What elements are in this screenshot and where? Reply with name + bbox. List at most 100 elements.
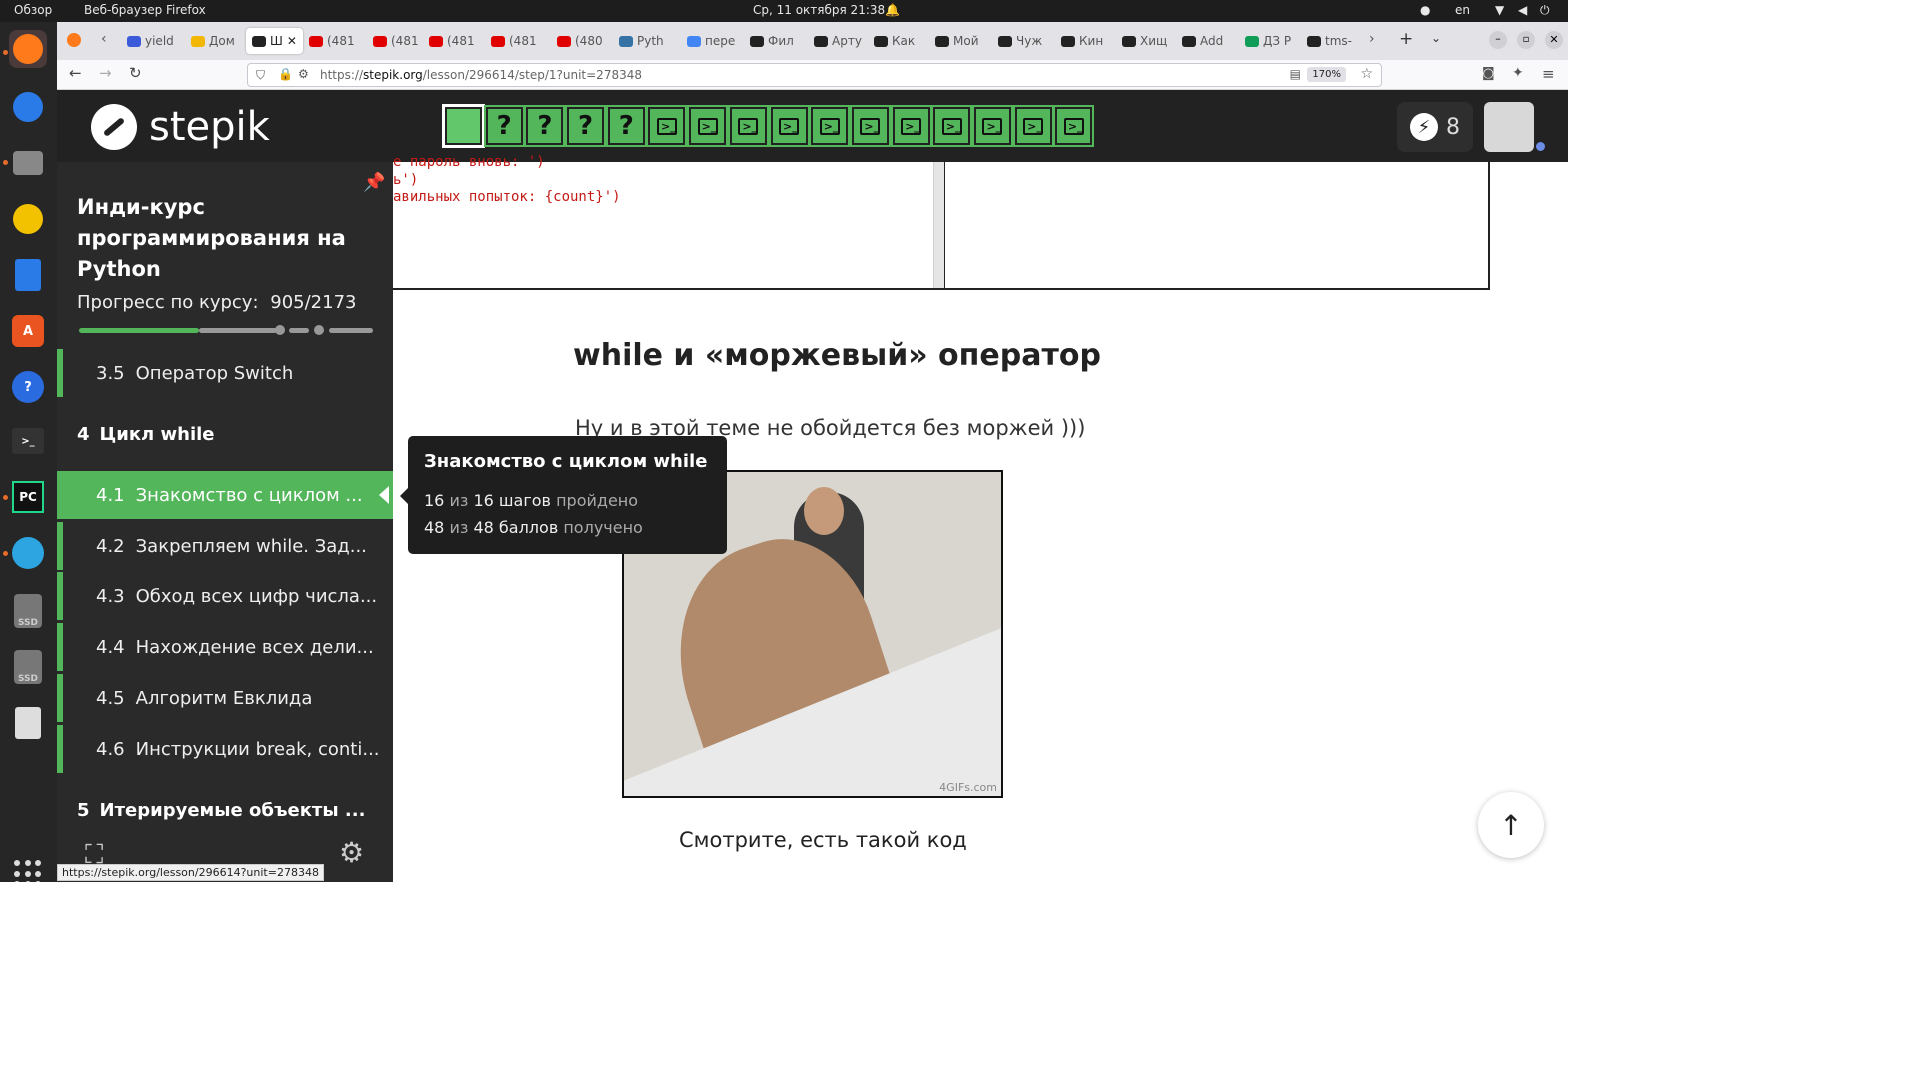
step-code[interactable]: >_ xyxy=(727,105,769,147)
extensions-icon[interactable]: ✦ xyxy=(1512,65,1524,81)
wifi-icon[interactable]: ▼ xyxy=(1495,3,1504,17)
avatar[interactable] xyxy=(1484,102,1534,152)
writer-icon[interactable] xyxy=(9,256,47,294)
step-quiz[interactable]: ? xyxy=(483,105,525,147)
thunderbird-icon[interactable] xyxy=(9,88,47,126)
tab[interactable]: пере xyxy=(687,28,735,54)
pocket-icon[interactable]: ◙ xyxy=(1482,66,1495,81)
energy-counter[interactable]: ⚡ 8 xyxy=(1397,102,1473,152)
sidebar-lesson[interactable]: 4.3 Обход всех цифр числа... xyxy=(57,572,393,620)
sidebar-lesson[interactable]: 4.4 Нахождение всех дели... xyxy=(57,623,393,671)
pycharm-icon[interactable]: PC xyxy=(9,478,47,516)
tab[interactable]: Как xyxy=(874,28,915,54)
step-code[interactable]: >_ xyxy=(768,105,810,147)
tab[interactable]: tms- xyxy=(1307,28,1352,54)
files-icon[interactable] xyxy=(9,144,47,182)
permissions-icon[interactable]: ⚙ xyxy=(298,67,309,81)
maximize-icon[interactable]: ▫ xyxy=(1517,31,1535,49)
tab[interactable]: Мой xyxy=(935,28,979,54)
forward-icon[interactable]: → xyxy=(99,64,112,82)
step-quiz[interactable]: ? xyxy=(565,105,607,147)
language-indicator[interactable]: en xyxy=(1455,3,1470,17)
clock[interactable]: Ср, 11 октября 21:38 xyxy=(753,3,885,17)
sidebar-section[interactable]: 4 Цикл while xyxy=(57,410,393,458)
tab[interactable]: Чуж xyxy=(998,28,1042,54)
new-tab-icon[interactable]: + xyxy=(1399,29,1413,49)
close-window-icon[interactable]: ✕ xyxy=(1545,31,1563,49)
step-code[interactable]: >_ xyxy=(646,105,688,147)
gear-icon[interactable]: ⚙ xyxy=(339,836,364,869)
tab[interactable]: (481 xyxy=(309,28,355,54)
sidebar-lesson[interactable]: 4.2 Закрепляем while. Зад... xyxy=(57,522,393,570)
tab-scroll-right-icon[interactable]: › xyxy=(1369,31,1375,47)
shield-icon[interactable]: ⛉ xyxy=(256,68,265,83)
tab[interactable]: (481 xyxy=(429,28,475,54)
tab[interactable]: Фил xyxy=(750,28,794,54)
power-icon[interactable]: ⏻ xyxy=(1540,3,1550,18)
firefox-view-icon[interactable] xyxy=(67,33,81,47)
drive-icon[interactable]: SSD xyxy=(9,592,47,630)
reload-icon[interactable]: ↻ xyxy=(129,64,142,82)
menu-icon[interactable]: ≡ xyxy=(1542,65,1555,83)
step-code[interactable]: >_ xyxy=(971,105,1013,147)
tab[interactable]: Pyth xyxy=(619,28,664,54)
course-title[interactable]: Инди-курс программирования на Python xyxy=(77,192,347,285)
color-icon[interactable]: ● xyxy=(1420,3,1430,17)
tab[interactable]: (480 xyxy=(557,28,603,54)
step-code[interactable]: >_ xyxy=(687,105,729,147)
tab[interactable]: Ш ✕ xyxy=(246,28,303,54)
editor-splitter[interactable] xyxy=(933,162,945,288)
volume-icon[interactable]: ◀ xyxy=(1518,3,1527,17)
reader-view-icon[interactable]: ▤ xyxy=(1290,67,1301,81)
address-bar[interactable]: ⛉ 🔒 ⚙ https://stepik.org/lesson/296614/s… xyxy=(247,63,1382,87)
overview-button[interactable]: Обзор xyxy=(14,3,52,17)
rhythmbox-icon[interactable] xyxy=(9,200,47,238)
pin-icon[interactable]: 📌 xyxy=(363,172,385,193)
stepik-logo[interactable]: stepik xyxy=(91,104,270,150)
close-tab-icon[interactable]: ✕ xyxy=(287,34,297,48)
help-icon[interactable]: ? xyxy=(9,368,47,406)
tab[interactable]: yield xyxy=(127,28,174,54)
zoom-level[interactable]: 170% xyxy=(1307,67,1346,82)
step-code[interactable]: >_ xyxy=(1053,105,1095,147)
minimize-icon[interactable]: – xyxy=(1489,31,1507,49)
tab[interactable]: (481 xyxy=(373,28,419,54)
lock-icon[interactable]: 🔒 xyxy=(278,67,293,81)
step-code[interactable]: >_ xyxy=(849,105,891,147)
active-app-label[interactable]: Веб-браузер Firefox xyxy=(84,3,206,17)
step-current[interactable] xyxy=(442,104,485,148)
terminal-icon[interactable]: >_ xyxy=(9,422,47,460)
tab[interactable]: ДЗ Р xyxy=(1245,28,1291,54)
firefox-icon[interactable] xyxy=(9,30,47,68)
url-text[interactable]: https://stepik.org/lesson/296614/step/1?… xyxy=(320,68,642,82)
bookmark-star-icon[interactable]: ☆ xyxy=(1360,66,1373,82)
tab-list-icon[interactable]: ⌄ xyxy=(1431,31,1441,45)
tab[interactable]: Кин xyxy=(1061,28,1103,54)
step-quiz[interactable]: ? xyxy=(605,105,647,147)
show-apps-icon[interactable] xyxy=(14,860,42,882)
scroll-to-top-button[interactable]: ↑ xyxy=(1478,792,1544,858)
telegram-icon[interactable] xyxy=(9,534,47,572)
sidebar-lesson[interactable]: 4.5 Алгоритм Евклида xyxy=(57,674,393,722)
tab[interactable]: Арту xyxy=(814,28,862,54)
bell-icon[interactable]: 🔔 xyxy=(885,3,900,17)
code-editor[interactable]: е пароль вновь: ') ь') авильных попыток:… xyxy=(393,154,1490,290)
tab-scroll-left-icon[interactable]: ‹ xyxy=(101,31,107,47)
step-code[interactable]: >_ xyxy=(809,105,851,147)
step-code[interactable]: >_ xyxy=(931,105,973,147)
drive-icon[interactable]: SSD xyxy=(9,648,47,686)
back-icon[interactable]: ← xyxy=(69,64,82,82)
tab[interactable]: Add xyxy=(1182,28,1223,54)
trash-icon[interactable] xyxy=(9,704,47,742)
sidebar-lesson[interactable]: 3.5 Оператор Switch xyxy=(57,349,393,397)
tab[interactable]: Дом xyxy=(191,28,235,54)
sidebar-lesson[interactable]: 4.6 Инструкции break, conti... xyxy=(57,725,393,773)
step-quiz[interactable]: ? xyxy=(524,105,566,147)
tab[interactable]: (481 xyxy=(491,28,537,54)
tab[interactable]: Хищ xyxy=(1122,28,1167,54)
sidebar-lesson[interactable]: 4.1 Знакомство с циклом ... xyxy=(57,471,393,519)
sidebar-section[interactable]: 5 Итерируемые объекты ... xyxy=(57,786,393,834)
step-code[interactable]: >_ xyxy=(1012,105,1054,147)
app-center-icon[interactable]: A xyxy=(9,312,47,350)
step-code[interactable]: >_ xyxy=(890,105,932,147)
